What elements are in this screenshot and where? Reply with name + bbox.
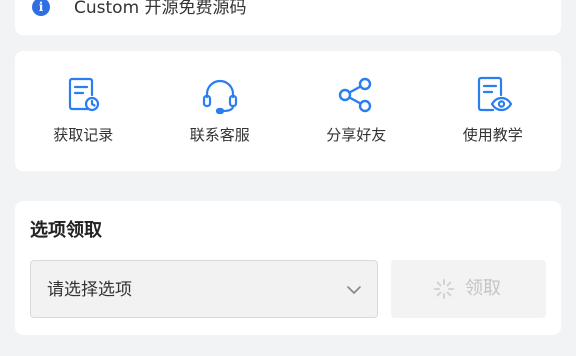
- quick-actions-panel: 获取记录 联系客服 分享好友 使用教学: [15, 51, 561, 171]
- claim-button-label: 领取: [465, 278, 501, 299]
- loading-icon: [433, 278, 455, 300]
- headset-icon: [200, 75, 240, 115]
- action-tutorial[interactable]: 使用教学: [425, 51, 562, 171]
- document-eye-icon: [473, 75, 513, 115]
- action-tutorial-label: 使用教学: [462, 126, 523, 144]
- action-share[interactable]: 分享好友: [288, 51, 425, 171]
- action-share-label: 分享好友: [326, 126, 387, 144]
- share-icon: [336, 75, 376, 115]
- claim-button[interactable]: 领取: [391, 260, 546, 318]
- action-support[interactable]: 联系客服: [152, 51, 289, 171]
- document-clock-icon: [63, 75, 103, 115]
- notice-text: Custom 开源免费源码: [74, 0, 247, 18]
- option-select-placeholder: 请选择选项: [47, 280, 132, 300]
- action-records[interactable]: 获取记录: [15, 51, 152, 171]
- notice-bar: i Custom 开源免费源码: [15, 0, 561, 35]
- action-support-label: 联系客服: [189, 126, 250, 144]
- claim-title: 选项领取: [30, 220, 102, 241]
- option-select[interactable]: 请选择选项: [30, 260, 378, 318]
- chevron-down-icon: [345, 281, 363, 299]
- action-records-label: 获取记录: [53, 126, 114, 144]
- option-claim-panel: 选项领取 请选择选项 领取: [15, 201, 561, 335]
- info-icon: i: [32, 0, 50, 16]
